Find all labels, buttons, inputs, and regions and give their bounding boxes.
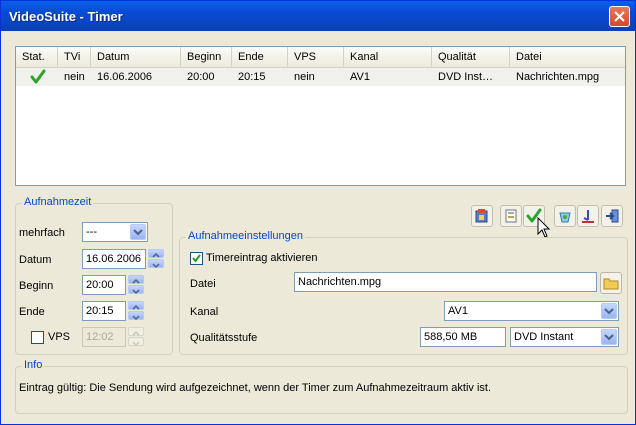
vps-cell: nein	[294, 71, 315, 83]
qualitaet-value: DVD Instant	[514, 331, 574, 343]
beginn-label: Beginn	[19, 280, 54, 292]
list-header: Stat. TVi Datum Beginn Ende VPS Kanal Qu…	[16, 47, 625, 68]
kanal-cell: AV1	[350, 71, 370, 83]
timer-active-checkbox[interactable]	[190, 252, 203, 265]
qualitaet-label: Qualitätsstufe	[190, 332, 258, 344]
table-row[interactable]: nein 16.06.2006 20:00 20:15 nein AV1 DVD…	[16, 68, 625, 86]
check-icon	[30, 69, 46, 84]
vps-time-input: 12:02	[82, 327, 126, 347]
checkmark-icon	[192, 254, 201, 263]
folder-icon	[603, 278, 619, 290]
col-beginn[interactable]: Beginn	[181, 47, 232, 67]
mouse-cursor-icon	[537, 217, 551, 238]
timer-window: VideoSuite - Timer Stat. TVi Datum Begin…	[0, 0, 636, 425]
beginn-cell: 20:00	[187, 71, 215, 83]
col-ende[interactable]: Ende	[232, 47, 288, 67]
col-stat[interactable]: Stat.	[16, 47, 58, 67]
spin-down-icon	[128, 337, 144, 347]
datum-label: Datum	[19, 254, 52, 266]
tools-button[interactable]	[577, 205, 599, 227]
spin-up-icon[interactable]	[128, 275, 144, 284]
mehrfach-label: mehrfach	[19, 227, 65, 239]
edit-timer-button[interactable]	[500, 205, 522, 227]
col-datei[interactable]: Datei	[510, 47, 625, 67]
spin-up-icon	[128, 327, 144, 336]
info-title: Info	[22, 359, 45, 371]
refresh-button[interactable]	[554, 205, 576, 227]
kanal-select[interactable]: AV1	[444, 301, 619, 321]
vps-checkbox[interactable]	[31, 331, 44, 344]
aufnahmezeit-title: Aufnahmezeit	[22, 196, 94, 208]
recycle-icon	[559, 212, 571, 223]
chevron-down-icon[interactable]	[601, 303, 617, 319]
tools-icon	[582, 210, 594, 223]
spin-down-icon[interactable]	[148, 259, 164, 269]
spin-up-icon[interactable]	[148, 249, 164, 258]
datum-spinner[interactable]	[148, 249, 164, 269]
chevron-down-icon[interactable]	[601, 329, 617, 345]
ende-spinner[interactable]	[128, 301, 144, 321]
close-button[interactable]	[609, 6, 630, 27]
info-text: Eintrag gültig: Die Sendung wird aufgeze…	[19, 382, 492, 394]
col-vps[interactable]: VPS	[288, 47, 344, 67]
datei-label: Datei	[190, 278, 216, 290]
chevron-down-icon[interactable]	[130, 224, 146, 240]
window-title: VideoSuite - Timer	[9, 9, 123, 24]
beginn-input[interactable]: 20:00	[82, 275, 126, 295]
vps-spinner	[128, 327, 144, 347]
ende-label: Ende	[19, 306, 45, 318]
tvi-cell: nein	[64, 71, 85, 83]
new-timer-icon	[475, 209, 488, 223]
datum-cell: 16.06.2006	[97, 71, 153, 83]
vps-label: VPS	[48, 331, 71, 343]
close-icon	[614, 11, 625, 22]
datum-input[interactable]: 16.06.2006	[82, 249, 146, 269]
exit-icon	[606, 209, 619, 223]
title-bar[interactable]: VideoSuite - Timer	[1, 1, 635, 31]
spin-up-icon[interactable]	[128, 301, 144, 310]
edit-timer-icon	[505, 209, 517, 223]
qualitaet-size: 588,50 MB	[420, 327, 506, 347]
kanal-value: AV1	[448, 305, 468, 317]
exit-button[interactable]	[601, 205, 623, 227]
col-kanal[interactable]: Kanal	[344, 47, 432, 67]
datei-cell: Nachrichten.mpg	[516, 71, 600, 83]
col-tvi[interactable]: TVi	[58, 47, 91, 67]
timer-active-label: Timereintrag aktivieren	[206, 252, 318, 264]
timer-list[interactable]: Stat. TVi Datum Beginn Ende VPS Kanal Qu…	[15, 46, 626, 186]
datei-input[interactable]: Nachrichten.mpg	[294, 272, 597, 292]
mehrfach-value: ---	[86, 226, 97, 238]
ende-input[interactable]: 20:15	[82, 301, 126, 321]
col-datum[interactable]: Datum	[91, 47, 181, 67]
ende-cell: 20:15	[238, 71, 266, 83]
spin-down-icon[interactable]	[128, 311, 144, 321]
browse-button[interactable]	[600, 272, 622, 294]
status-cell	[28, 68, 58, 86]
beginn-spinner[interactable]	[128, 275, 144, 295]
aufnahmeeinstellungen-title: Aufnahmeeinstellungen	[186, 230, 305, 242]
col-qualitaet[interactable]: Qualität	[432, 47, 510, 67]
mehrfach-select[interactable]: ---	[82, 222, 148, 242]
new-timer-button[interactable]	[471, 205, 493, 227]
qualitaet-cell: DVD Inst…	[438, 71, 494, 83]
kanal-label: Kanal	[190, 306, 219, 318]
spin-down-icon[interactable]	[128, 285, 144, 295]
qualitaet-select[interactable]: DVD Instant	[510, 327, 619, 347]
